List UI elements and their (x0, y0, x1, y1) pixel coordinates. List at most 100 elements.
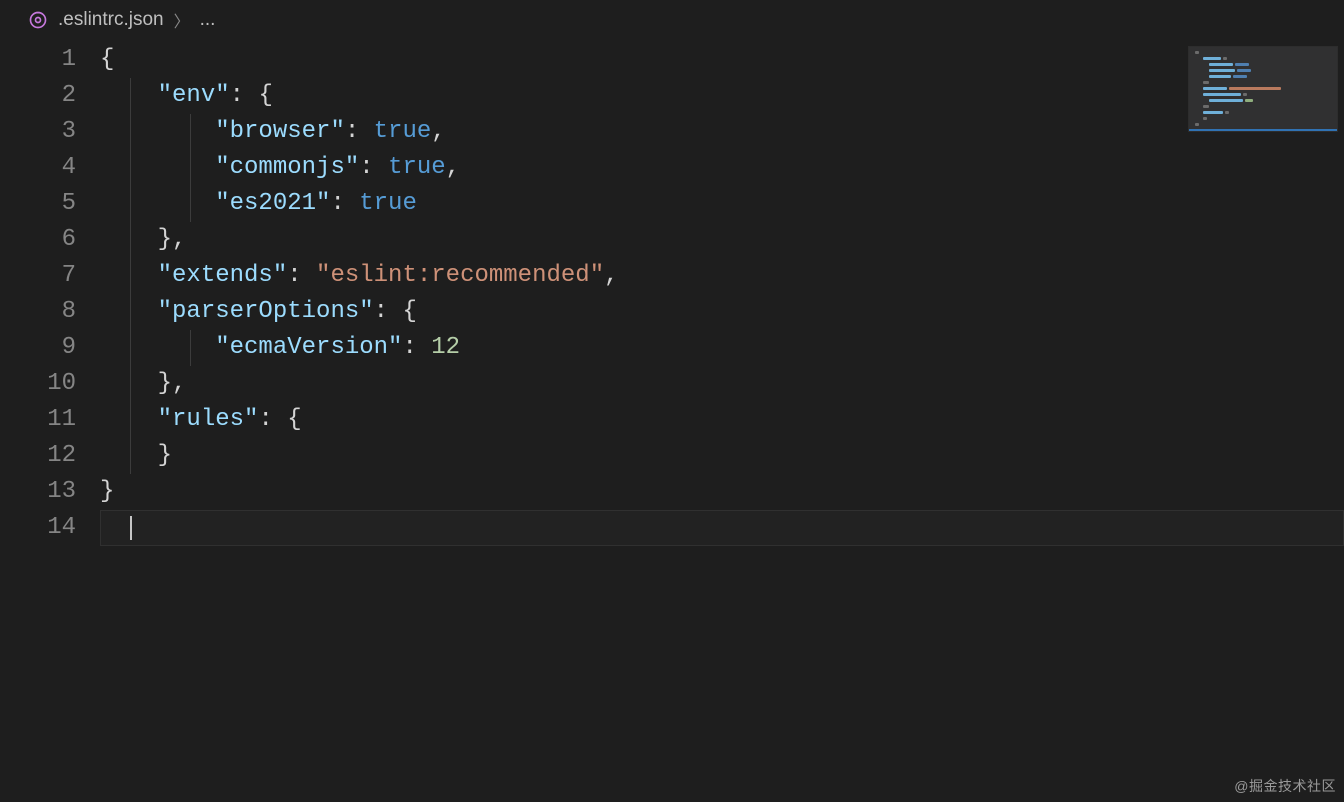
token-pn: : (402, 334, 431, 361)
code-line[interactable]: "browser": true, (100, 114, 1344, 150)
token-pn: , (431, 118, 445, 145)
minimap-segment (1209, 63, 1233, 66)
token-pn: : (359, 154, 388, 181)
token-key: "parserOptions" (158, 298, 374, 325)
token-pn: { (402, 298, 416, 325)
indent-guide (130, 186, 131, 222)
breadcrumb[interactable]: .eslintrc.json 〉 ... (0, 0, 1344, 40)
token-pn: : (258, 406, 287, 433)
token-pn: : (374, 298, 403, 325)
watermark: @掘金技术社区 (1234, 776, 1336, 796)
token-pn: , (604, 262, 618, 289)
minimap-segment (1195, 123, 1199, 126)
code-line[interactable]: "ecmaVersion": 12 (100, 330, 1344, 366)
code-line[interactable]: "rules": { (100, 402, 1344, 438)
code-line[interactable]: }, (100, 366, 1344, 402)
minimap[interactable] (1188, 46, 1338, 132)
token-key: "extends" (158, 262, 288, 289)
minimap-segment (1245, 99, 1253, 102)
indent-guide (130, 330, 131, 366)
token-pn: }, (158, 370, 187, 397)
token-key: "env" (158, 82, 230, 109)
indent-guide (130, 438, 131, 474)
token-num: 12 (431, 334, 460, 361)
indent-guide (130, 78, 131, 114)
token-pn: : (345, 118, 374, 145)
minimap-segment (1235, 63, 1249, 66)
token-key: "ecmaVersion" (215, 334, 402, 361)
token-pn: }, (158, 226, 187, 253)
line-number: 14 (0, 510, 76, 546)
minimap-segment (1203, 81, 1209, 84)
minimap-segment (1209, 99, 1243, 102)
token-pn: } (158, 442, 172, 469)
code-line[interactable]: } (100, 474, 1344, 510)
line-number: 5 (0, 186, 76, 222)
code-line[interactable]: "env": { (100, 78, 1344, 114)
indent-guide (130, 294, 131, 330)
token-key: "browser" (215, 118, 345, 145)
code-line[interactable]: { (100, 42, 1344, 78)
code-line[interactable]: } (100, 438, 1344, 474)
indent-guide (190, 330, 191, 366)
line-number: 8 (0, 294, 76, 330)
token-key: "commonjs" (215, 154, 359, 181)
token-pn: { (287, 406, 301, 433)
line-number: 4 (0, 150, 76, 186)
line-number: 7 (0, 258, 76, 294)
minimap-segment (1203, 93, 1241, 96)
code-line[interactable]: "commonjs": true, (100, 150, 1344, 186)
breadcrumb-collapsed[interactable]: ... (200, 9, 216, 31)
token-pn: { (100, 46, 114, 73)
indent-guide (130, 258, 131, 294)
minimap-segment (1229, 87, 1281, 90)
code-line[interactable]: }, (100, 222, 1344, 258)
line-number: 1 (0, 42, 76, 78)
token-pn: { (258, 82, 272, 109)
line-number: 6 (0, 222, 76, 258)
token-bool: true (374, 118, 432, 145)
line-number-gutter[interactable]: 1234567891011121314 (0, 40, 100, 802)
token-key: "es2021" (215, 190, 330, 217)
minimap-segment (1195, 51, 1199, 54)
token-key: "rules" (158, 406, 259, 433)
token-pn: , (446, 154, 460, 181)
token-pn: : (330, 190, 359, 217)
code-line[interactable]: "es2021": true (100, 186, 1344, 222)
indent-guide (190, 186, 191, 222)
line-number: 12 (0, 438, 76, 474)
minimap-segment (1243, 93, 1247, 96)
code-line[interactable] (100, 510, 1344, 546)
minimap-segment (1203, 111, 1223, 114)
json-file-icon (28, 10, 48, 30)
indent-guide (130, 402, 131, 438)
chevron-right-icon: 〉 (174, 8, 190, 32)
token-str: "eslint:recommended" (316, 262, 604, 289)
indent-guide (130, 150, 131, 186)
minimap-segment (1203, 57, 1221, 60)
line-number: 10 (0, 366, 76, 402)
indent-guide (130, 114, 131, 150)
breadcrumb-filename[interactable]: .eslintrc.json (58, 9, 164, 31)
line-number: 9 (0, 330, 76, 366)
editor-area[interactable]: 1234567891011121314 { "env": { "browser"… (0, 40, 1344, 802)
code-line[interactable]: "parserOptions": { (100, 294, 1344, 330)
token-bool: true (359, 190, 417, 217)
indent-guide (130, 366, 131, 402)
code-line[interactable]: "extends": "eslint:recommended", (100, 258, 1344, 294)
minimap-segment (1225, 111, 1229, 114)
token-pn: } (100, 478, 114, 505)
minimap-segment (1209, 69, 1235, 72)
minimap-segment (1203, 105, 1209, 108)
code-view[interactable]: { "env": { "browser": true, "commonjs": … (100, 40, 1344, 802)
indent-guide (190, 150, 191, 186)
line-number: 11 (0, 402, 76, 438)
token-bool: true (388, 154, 446, 181)
minimap-segment (1203, 117, 1207, 120)
line-number: 13 (0, 474, 76, 510)
minimap-segment (1223, 57, 1227, 60)
indent-guide (190, 114, 191, 150)
minimap-segment (1233, 75, 1247, 78)
token-pn: : (287, 262, 316, 289)
minimap-segment (1209, 75, 1231, 78)
